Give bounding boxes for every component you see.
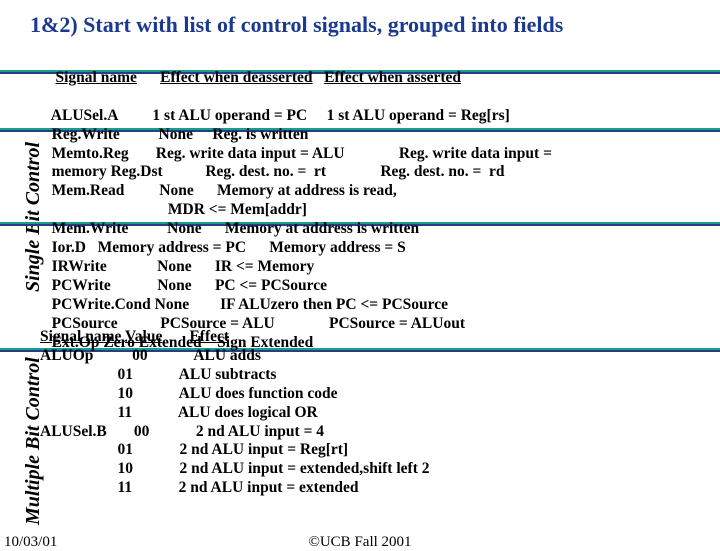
val: Memory at address is written: [225, 220, 419, 237]
val: 2 nd ALU input = Reg[rt]: [180, 441, 349, 458]
val: Reg. write data input = ALU: [156, 145, 345, 162]
val: ALU does logical OR: [178, 404, 318, 421]
sig-memread: Mem.Read: [52, 182, 125, 199]
val: 01: [118, 366, 134, 383]
val: 10: [118, 385, 134, 402]
sig-aluop: ALUOp: [40, 347, 93, 364]
val: None: [167, 220, 201, 237]
val: 00: [132, 347, 148, 364]
slide-title: 1&2) Start with list of control signals,…: [0, 0, 720, 46]
col-deasserted: Effect when deasserted: [160, 69, 312, 86]
val: Reg. is written: [212, 126, 308, 143]
val: 2 nd ALU input = extended,shift left 2: [180, 460, 430, 477]
val: Memory at address is read,: [217, 182, 397, 199]
single-bit-block: Signal name Effect when deasserted Effec…: [40, 50, 710, 353]
val: 2 nd ALU input = 4: [196, 423, 324, 440]
col2-signal-name: Signal name: [40, 328, 121, 345]
val: 11: [118, 404, 133, 421]
val: Reg. dest. no. = rt: [205, 163, 326, 180]
sig-aluselA: ALUSel.A: [51, 107, 118, 124]
val: Memory address = S: [269, 239, 405, 256]
multi-bit-block: Signal name Value Effect ALUOp 00 ALU ad…: [40, 328, 710, 498]
col-signal-name: Signal name: [56, 69, 137, 86]
val: Reg. dest. no. = rd: [380, 163, 504, 180]
sig-irwrite: IRWrite: [52, 258, 107, 275]
val: None: [159, 182, 193, 199]
val: IR <= Memory: [215, 258, 314, 275]
val: 11: [118, 479, 133, 496]
val: 01: [118, 441, 134, 458]
sig-regwrite: Reg.Write: [52, 126, 120, 143]
val: MDR <= Mem[addr]: [168, 201, 307, 218]
sig-memwrite: Mem.Write: [52, 220, 129, 237]
footer-copyright: ©UCB Fall 2001: [0, 534, 720, 551]
val: None: [157, 277, 191, 294]
col2-value: Value: [125, 328, 162, 345]
val: 2 nd ALU input = extended: [179, 479, 359, 496]
val: ALU subtracts: [179, 366, 277, 383]
val: Reg. write data input =: [399, 145, 552, 162]
sig-pcwritecond: PCWrite.Cond: [52, 296, 151, 313]
col-asserted: Effect when asserted: [324, 69, 461, 86]
val: memory: [52, 163, 107, 180]
val: 1 st ALU operand = PC: [152, 107, 307, 124]
val: PC <= PCSource: [215, 277, 327, 294]
val: None: [159, 126, 193, 143]
sig-iord: Ior.D: [52, 239, 86, 256]
col2-effect: Effect: [189, 328, 229, 345]
val: Memory address = PC: [98, 239, 246, 256]
val: 10: [118, 460, 134, 477]
val: IF ALUzero then PC <= PCSource: [220, 296, 448, 313]
val: ALU does function code: [179, 385, 338, 402]
val: ALU adds: [193, 347, 261, 364]
val: None: [155, 296, 189, 313]
sig-pcwrite: PCWrite: [52, 277, 111, 294]
sig-memtoreg: Memto.Reg: [52, 145, 129, 162]
sig-aluselB: ALUSel.B: [40, 423, 107, 440]
val: 1 st ALU operand = Reg[rs]: [327, 107, 510, 124]
val: 00: [134, 423, 150, 440]
sig-regdst: Reg.Dst: [111, 163, 163, 180]
val: None: [157, 258, 191, 275]
